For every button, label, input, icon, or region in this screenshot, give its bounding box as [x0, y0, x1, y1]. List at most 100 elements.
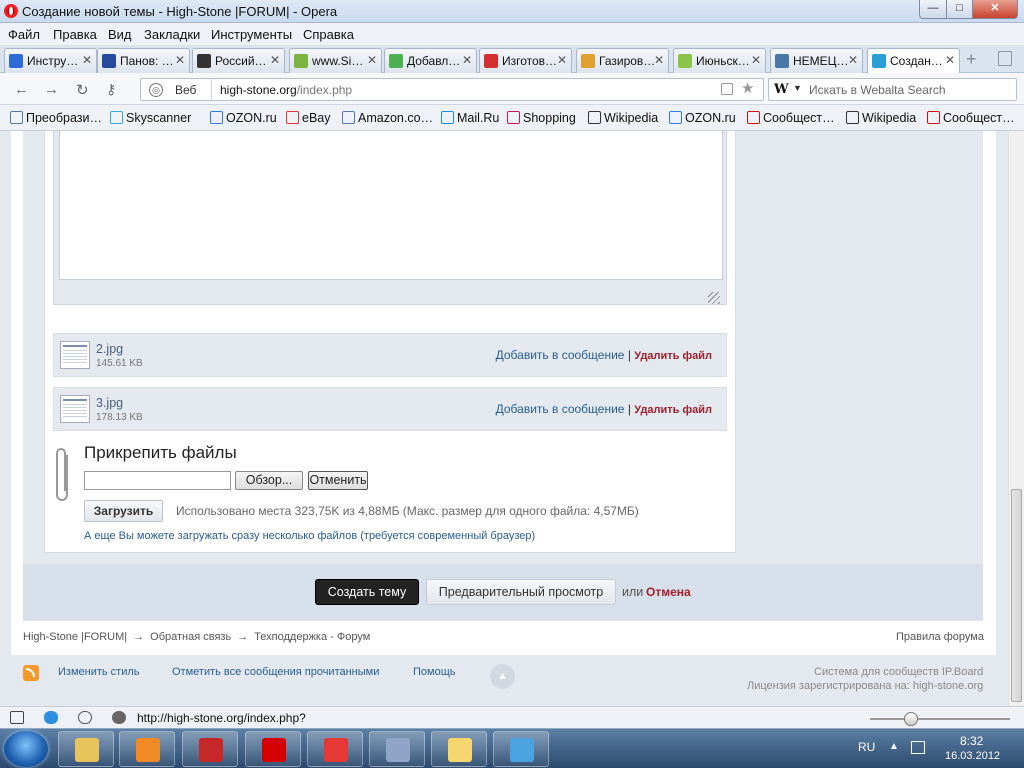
chevron-down-icon[interactable]: ▼	[793, 83, 802, 93]
trash-icon[interactable]	[998, 51, 1012, 66]
taskbar-app-paint[interactable]	[431, 731, 487, 767]
tab[interactable]: Добавл… ✕	[384, 48, 477, 73]
change-style-link[interactable]: Изменить стиль	[58, 666, 140, 678]
tab[interactable]: Газиров… ✕	[576, 48, 669, 73]
bookmark-item[interactable]: OZON.ru	[669, 111, 736, 125]
menu-file[interactable]: Файл	[8, 27, 40, 42]
taskbar-app-explorer[interactable]	[58, 731, 114, 767]
new-tab-icon[interactable]: +	[966, 49, 977, 70]
tab[interactable]: www.Si… ✕	[289, 48, 382, 73]
tab-close-icon[interactable]: ✕	[751, 53, 761, 67]
help-link[interactable]: Помощь	[413, 666, 456, 678]
add-to-post-link[interactable]: Добавить в сообщение	[496, 348, 625, 362]
add-to-post-link[interactable]: Добавить в сообщение	[496, 402, 625, 416]
reload-icon[interactable]: ↻	[76, 81, 89, 99]
tab-close-icon[interactable]: ✕	[367, 53, 377, 67]
tab-close-icon[interactable]: ✕	[82, 53, 92, 67]
tab-close-icon[interactable]: ✕	[557, 53, 567, 67]
language-indicator[interactable]: RU	[858, 740, 875, 754]
menu-bookmarks[interactable]: Закладки	[144, 27, 200, 42]
zoom-slider-knob[interactable]	[904, 712, 918, 726]
start-button[interactable]	[4, 731, 48, 767]
rss-icon[interactable]	[23, 665, 39, 681]
bookmark-item[interactable]: eBay	[286, 111, 331, 125]
show-hidden-icons-icon[interactable]: ▲	[889, 741, 899, 752]
breadcrumb-home[interactable]: High-Stone |FORUM|	[23, 631, 127, 643]
delete-file-link[interactable]: Удалить файл	[634, 404, 712, 416]
tab-close-icon[interactable]: ✕	[654, 53, 664, 67]
address-url[interactable]: high-stone.org/index.php	[220, 83, 352, 97]
taskbar-app-notepad[interactable]	[369, 731, 425, 767]
taskbar-app-pokerstars[interactable]	[182, 731, 238, 767]
forward-icon[interactable]: →	[44, 81, 59, 98]
preview-button[interactable]: Предварительный просмотр	[426, 579, 616, 605]
message-textarea[interactable]	[59, 131, 723, 280]
close-button[interactable]: ✕	[972, 0, 1018, 19]
key-icon[interactable]: ⚷	[106, 81, 116, 98]
maximize-button[interactable]: □	[946, 0, 973, 19]
bookmark-item[interactable]: Сообщест…	[927, 111, 1015, 125]
scrollbar-thumb[interactable]	[1011, 489, 1022, 702]
tab[interactable]: Изготов… ✕	[479, 48, 572, 73]
file-path-input[interactable]	[84, 471, 231, 490]
clock-date[interactable]: 16.03.2012	[945, 750, 1000, 762]
tab-close-icon[interactable]: ✕	[945, 53, 955, 67]
bookmark-item[interactable]: Wikipedia	[588, 111, 658, 125]
breadcrumb-feedback[interactable]: Обратная связь	[150, 631, 231, 643]
tab-close-icon[interactable]: ✕	[462, 53, 472, 67]
menu-help[interactable]: Справка	[303, 27, 354, 42]
tab[interactable]: Россий… ✕	[192, 48, 285, 73]
tab-close-icon[interactable]: ✕	[270, 53, 280, 67]
page-scrollbar[interactable]	[1008, 131, 1024, 706]
cancel-link[interactable]: Отмена	[646, 585, 691, 599]
tab[interactable]: Июньск… ✕	[673, 48, 766, 73]
bookmark-item[interactable]: Mail.Ru	[441, 111, 499, 125]
create-topic-button[interactable]: Создать тему	[315, 579, 419, 605]
menu-view[interactable]: Вид	[108, 27, 132, 42]
taskbar-app-opera[interactable]	[245, 731, 301, 767]
rss-icon[interactable]	[721, 83, 733, 95]
tab[interactable]: НЕМЕЦ… ✕	[770, 48, 863, 73]
zoom-slider[interactable]	[870, 718, 1010, 720]
network-icon[interactable]	[911, 741, 925, 754]
tab-close-icon[interactable]: ✕	[848, 53, 858, 67]
menu-tools[interactable]: Инструменты	[211, 27, 292, 42]
forum-rules-link[interactable]: Правила форума	[896, 631, 984, 643]
bookmark-item[interactable]: Shopping	[507, 111, 576, 125]
opera-unite-icon[interactable]	[44, 711, 58, 724]
delete-file-link[interactable]: Удалить файл	[634, 350, 712, 362]
bookmark-item[interactable]: Skyscanner	[110, 111, 191, 125]
bookmark-item[interactable]: Amazon.co…	[342, 111, 433, 125]
bookmark-item[interactable]: OZON.ru	[210, 111, 277, 125]
tab-favicon-icon	[581, 54, 595, 68]
cancel-upload-button[interactable]: Отменить	[308, 471, 368, 490]
speed-icon[interactable]	[112, 711, 126, 724]
clock-time[interactable]: 8:32	[960, 734, 983, 748]
taskbar-app-poker-chip[interactable]	[307, 731, 363, 767]
tab[interactable]: Создан… ✕	[867, 48, 960, 74]
panel-toggle-icon[interactable]	[10, 711, 24, 724]
bookmark-item[interactable]: Преобрази…	[10, 111, 102, 125]
browse-button[interactable]: Обзор...	[235, 471, 303, 490]
tab[interactable]: Инстру… ✕	[4, 48, 97, 73]
scroll-to-top-icon[interactable]: ▲	[490, 664, 515, 689]
webalta-icon[interactable]: W	[774, 82, 789, 97]
minimize-button[interactable]: —	[919, 0, 947, 19]
taskbar-app-photo-viewer[interactable]	[493, 731, 549, 767]
taskbar-app-media-player[interactable]	[119, 731, 175, 767]
search-input[interactable]: W ▼ Искать в Webalta Search	[768, 78, 1017, 101]
address-field[interactable]: ◎ Веб high-stone.org/index.php ★	[140, 78, 764, 101]
bookmark-item[interactable]: Сообщест…	[747, 111, 835, 125]
multi-upload-link[interactable]: А еще Вы можете загружать сразу нескольк…	[84, 530, 535, 542]
mark-all-read-link[interactable]: Отметить все сообщения прочитанными	[172, 666, 379, 678]
back-icon[interactable]: ←	[14, 81, 29, 98]
tab[interactable]: Панов: … ✕	[97, 48, 190, 73]
bookmark-item[interactable]: Wikipedia	[846, 111, 916, 125]
upload-button[interactable]: Загрузить	[84, 500, 163, 522]
menu-edit[interactable]: Правка	[53, 27, 97, 42]
resize-grip-icon[interactable]	[708, 292, 720, 304]
turbo-icon[interactable]	[78, 711, 92, 724]
tab-close-icon[interactable]: ✕	[175, 53, 185, 67]
bookmark-star-icon[interactable]: ★	[741, 79, 754, 97]
breadcrumb-support[interactable]: Техподдержка - Форум	[254, 631, 370, 643]
